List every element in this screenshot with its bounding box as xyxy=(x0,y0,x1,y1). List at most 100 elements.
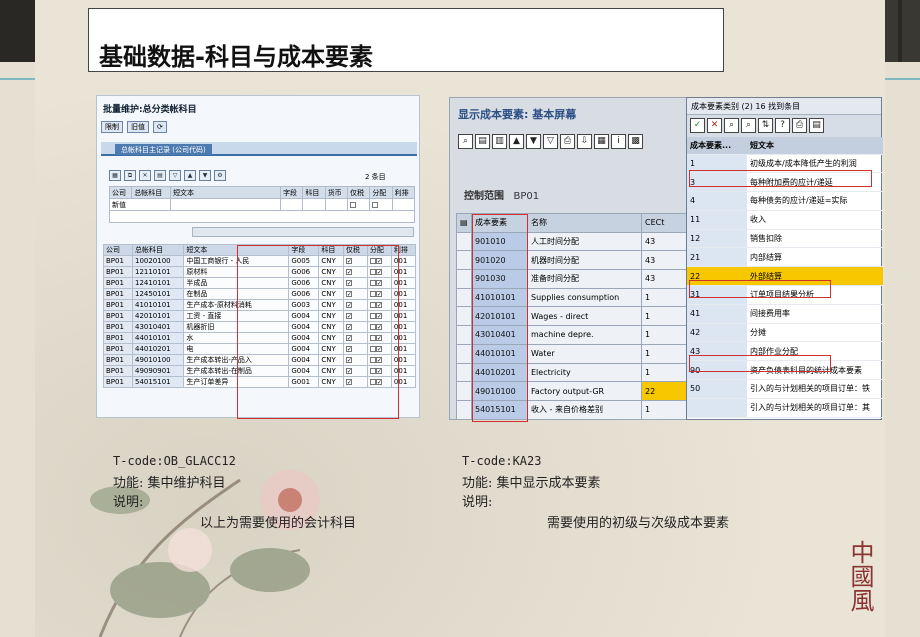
row-selector[interactable] xyxy=(456,287,472,308)
list-item[interactable]: 31 订单项目结果分析 xyxy=(687,285,883,305)
list-item[interactable]: 12 销售扣除 xyxy=(687,229,883,249)
details-icon[interactable]: ▤ xyxy=(475,134,490,149)
horizontal-scrollbar[interactable] xyxy=(192,227,414,237)
cell-alloc-checkbox[interactable] xyxy=(366,255,392,267)
tab-gl-master-company[interactable]: 总帐科目主记录 (公司代码) xyxy=(115,144,212,155)
refresh-icon[interactable]: ⟳ xyxy=(153,121,167,133)
filter-icon[interactable]: ▽ xyxy=(169,170,181,181)
table-row[interactable]: 44010101 Water 1 xyxy=(456,343,688,364)
table-row[interactable]: 42010101 Wages - direct 1 xyxy=(456,306,688,327)
cell-alloc-checkbox[interactable] xyxy=(366,365,392,377)
row-selector[interactable] xyxy=(456,269,472,289)
table-row[interactable]: 41010101 Supplies consumption 1 xyxy=(456,287,688,308)
cell-alloc-checkbox[interactable] xyxy=(366,288,392,300)
cell-category[interactable]: 1 xyxy=(641,306,688,327)
table-row[interactable]: 901010 人工时间分配 43 xyxy=(456,231,688,252)
cell-category[interactable]: 1 xyxy=(641,343,688,364)
sort-desc-icon[interactable]: ▼ xyxy=(526,134,541,149)
cell-category[interactable]: 22 xyxy=(641,381,688,401)
row-selector[interactable] xyxy=(456,231,472,252)
cell-alloc-checkbox[interactable] xyxy=(366,299,392,311)
table-icon[interactable]: ▦ xyxy=(109,170,121,181)
row-selector[interactable] xyxy=(456,381,472,401)
row-selector[interactable] xyxy=(456,343,472,364)
sort-asc-icon[interactable]: ▲ xyxy=(509,134,524,149)
sort-icon[interactable]: ⇅ xyxy=(758,118,773,133)
grid-icon[interactable]: ▩ xyxy=(628,134,643,149)
table-row[interactable]: BP0143010401机器折旧G004CNY 001 xyxy=(103,321,417,333)
table-row[interactable]: BP0110020100中国工商银行 - 人民G005CNY 001 xyxy=(103,255,417,267)
cell-tax-checkbox[interactable] xyxy=(342,376,368,388)
confirm-icon[interactable]: ✓ xyxy=(690,118,705,133)
cell-alloc-checkbox[interactable] xyxy=(366,277,392,289)
delete-icon[interactable]: ✕ xyxy=(139,170,151,181)
row-selector[interactable] xyxy=(456,306,472,327)
cell-input[interactable] xyxy=(280,198,304,211)
cell-alloc-checkbox[interactable] xyxy=(366,376,392,388)
table-row[interactable]: BP0149010100生产成本转出-产品入G004CNY 001 xyxy=(103,354,417,366)
layout-icon[interactable]: ▤ xyxy=(809,118,824,133)
old-values-button[interactable]: 旧值 xyxy=(127,121,149,133)
settings-icon[interactable]: ⚙ xyxy=(214,170,226,181)
cell-alloc-checkbox[interactable] xyxy=(366,321,392,333)
checkbox[interactable] xyxy=(346,198,371,211)
cell-tax-checkbox[interactable] xyxy=(342,277,368,289)
cell-category[interactable]: 43 xyxy=(641,231,688,252)
table-row[interactable]: BP0149090901生产成本转出-在制品G004CNY 001 xyxy=(103,365,417,377)
find-next-icon[interactable]: ⌕ xyxy=(741,118,756,133)
table-row[interactable]: BP0144010101水G004CNY 001 xyxy=(103,332,417,344)
cell-tax-checkbox[interactable] xyxy=(342,288,368,300)
table-row[interactable]: 49010100 Factory output-GR 22 xyxy=(456,381,688,401)
cell-tax-checkbox[interactable] xyxy=(342,343,368,355)
row-selector[interactable] xyxy=(456,325,472,345)
cell-tax-checkbox[interactable] xyxy=(342,354,368,366)
row-selector[interactable] xyxy=(456,362,472,383)
list-item[interactable]: 11 收入 xyxy=(687,210,883,230)
sort-desc-icon[interactable]: ▼ xyxy=(199,170,211,181)
cell-tax-checkbox[interactable] xyxy=(342,255,368,267)
export-icon[interactable]: ⇩ xyxy=(577,134,592,149)
table-row[interactable]: 43010401 machine depre. 1 xyxy=(456,325,688,345)
list-item[interactable]: 90 资产负债表科目的统计成本要素 xyxy=(687,360,883,381)
table-row[interactable]: BP0112450101在制品G006CNY 001 xyxy=(103,288,417,300)
list-item[interactable]: 4 每种债务的应计/递延=实际 xyxy=(687,191,883,211)
print-icon[interactable]: ⎙ xyxy=(792,118,807,133)
help-icon[interactable]: ? xyxy=(775,118,790,133)
table-row[interactable]: BP0144010201电G004CNY 001 xyxy=(103,343,417,355)
table-row[interactable]: BP0154015101生产订单差异G001CNY 001 xyxy=(103,376,417,388)
cell-category[interactable]: 43 xyxy=(641,269,688,289)
row-selector[interactable]: ▤ xyxy=(456,213,472,233)
list-item[interactable]: 41 间接费用率 xyxy=(687,304,883,324)
cell-alloc-checkbox[interactable] xyxy=(366,354,392,366)
cell-input[interactable] xyxy=(391,198,416,211)
list-item[interactable]: 42 分摊 xyxy=(687,323,883,343)
row-selector[interactable] xyxy=(456,250,472,271)
cell-input[interactable] xyxy=(302,198,326,211)
cell-alloc-checkbox[interactable] xyxy=(366,343,392,355)
cell-category[interactable]: 1 xyxy=(641,399,688,420)
cell-tax-checkbox[interactable] xyxy=(342,321,368,333)
cell-tax-checkbox[interactable] xyxy=(342,332,368,344)
table-row[interactable]: BP0112410101半成品G006CNY 001 xyxy=(103,277,417,289)
list-item[interactable]: 3 每种附加费的应计/递延 xyxy=(687,172,883,193)
table-row[interactable]: 901020 机器时间分配 43 xyxy=(456,250,688,271)
cell-alloc-checkbox[interactable] xyxy=(366,310,392,322)
sort-asc-icon[interactable]: ▲ xyxy=(184,170,196,181)
info-icon[interactable]: i xyxy=(611,134,626,149)
cell-category[interactable]: 1 xyxy=(641,362,688,383)
cell-category[interactable]: 43 xyxy=(641,250,688,271)
cell-tax-checkbox[interactable] xyxy=(342,299,368,311)
cell-alloc-checkbox[interactable] xyxy=(366,266,392,278)
layout-icon[interactable]: ▦ xyxy=(594,134,609,149)
print-icon[interactable]: ⎙ xyxy=(560,134,575,149)
copy-icon[interactable]: ⧉ xyxy=(124,170,136,181)
cell-tax-checkbox[interactable] xyxy=(342,266,368,278)
cell-alloc-checkbox[interactable] xyxy=(366,332,392,344)
list-item[interactable]: 22 外部结算 xyxy=(687,266,883,287)
table-row[interactable]: 901030 准备时间分配 43 xyxy=(456,269,688,289)
list-item[interactable]: 50 引入的与计划相关的项目订单：铁 xyxy=(687,379,883,399)
table-row[interactable]: 54015101 收入 - 来自价格差别 1 xyxy=(456,399,688,420)
list-item[interactable]: 21 内部结算 xyxy=(687,247,883,268)
table-row[interactable]: BP0141010101生产成本-原材料消耗G003CNY 001 xyxy=(103,299,417,311)
cell-tax-checkbox[interactable] xyxy=(342,310,368,322)
